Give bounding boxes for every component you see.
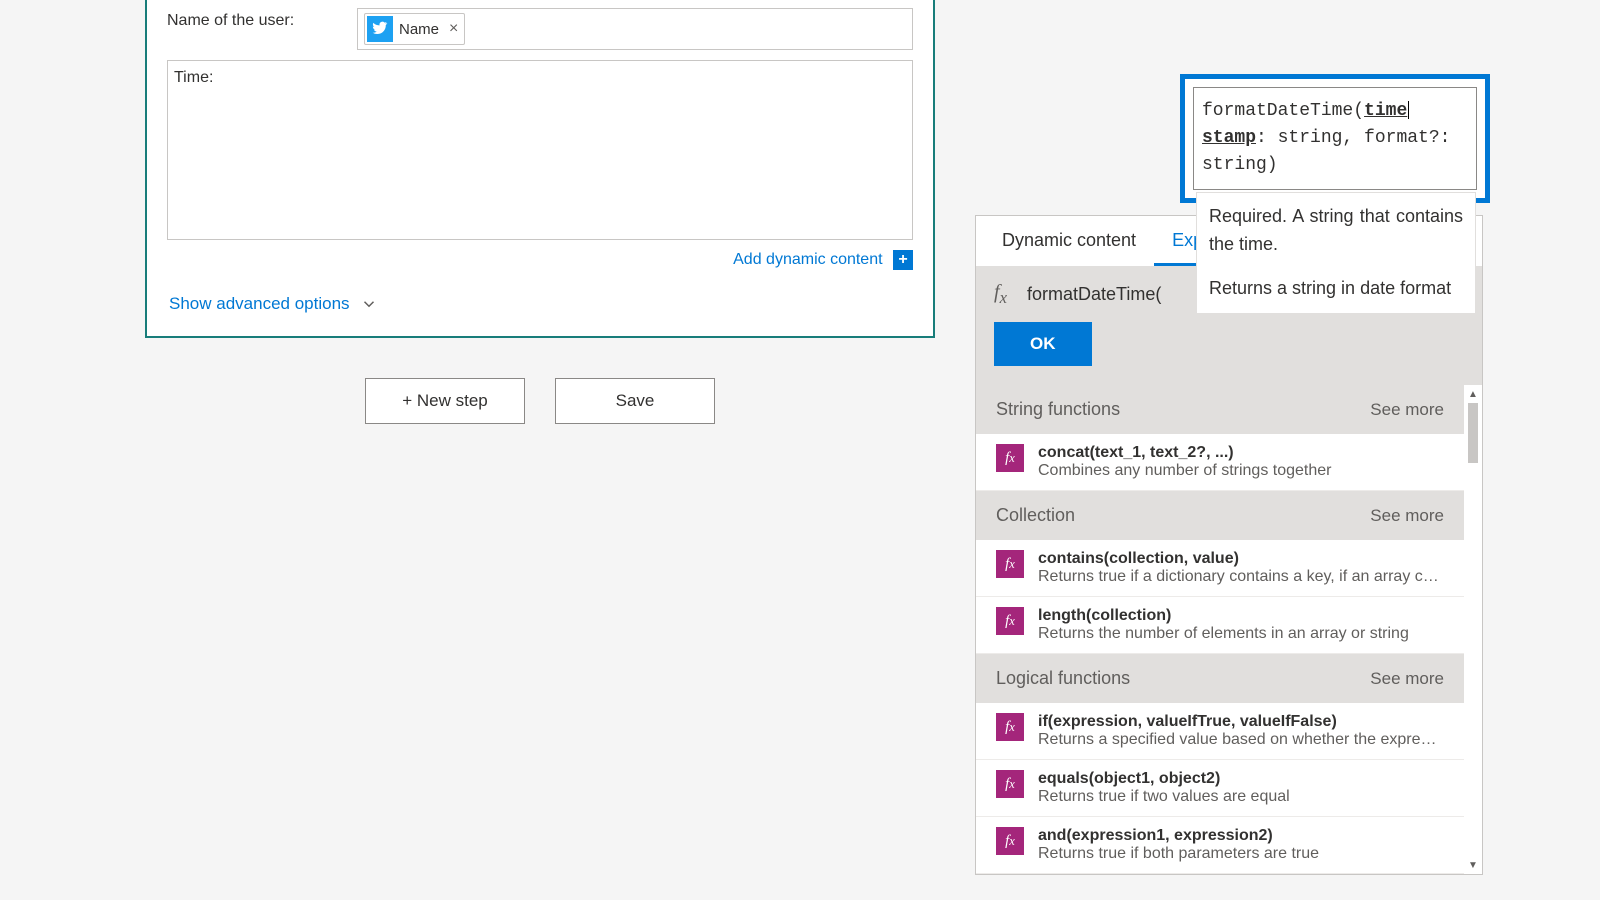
fn-category-title: Logical functions [996, 668, 1130, 689]
field-input-username[interactable]: Name × [357, 8, 913, 50]
field-label-username: Name of the user: [167, 8, 357, 30]
fx-icon: fx [994, 281, 1007, 308]
fn-description: Returns the number of elements in an arr… [1038, 625, 1444, 643]
arg-required-text: Required. A string that contains the tim… [1209, 203, 1463, 259]
fx-badge-icon: fx [996, 713, 1024, 741]
step-buttons: + New step Save [365, 378, 715, 424]
expression-panel: Dynamic content Expression fx formatDate… [975, 215, 1483, 875]
fn-category-header: Logical functions See more [976, 654, 1464, 703]
signature-text: formatDateTime(timestamp: string, format… [1193, 87, 1477, 190]
fn-signature: and(expression1, expression2) [1038, 827, 1444, 845]
signature-tooltip: formatDateTime(timestamp: string, format… [1180, 74, 1490, 203]
field-row-username: Name of the user: Name × [147, 4, 933, 50]
fx-badge-icon: fx [996, 827, 1024, 855]
ok-button[interactable]: OK [994, 322, 1092, 366]
fn-category-header: Collection See more [976, 491, 1464, 540]
fn-row[interactable]: fx and(expression1, expression2)Returns t… [976, 817, 1464, 874]
field-input-body[interactable]: Time: [167, 60, 913, 240]
fn-signature: equals(object1, object2) [1038, 770, 1444, 788]
scroll-up-arrow-icon[interactable]: ▲ [1466, 387, 1480, 401]
body-static-text: Time: [174, 69, 213, 87]
fn-row[interactable]: fx equals(object1, object2)Returns true i… [976, 760, 1464, 817]
twitter-icon [367, 16, 393, 42]
scrollbar[interactable]: ▲ ▼ [1466, 387, 1480, 872]
fx-badge-icon: fx [996, 444, 1024, 472]
field-row-body: Time: [147, 56, 933, 240]
see-more-link[interactable]: See more [1370, 506, 1444, 526]
signature-description: Required. A string that contains the tim… [1196, 192, 1476, 314]
action-card: Name of the user: Name × Time: Add dynam… [145, 0, 935, 338]
fn-signature: concat(text_1, text_2?, ...) [1038, 444, 1444, 462]
dynamic-token-name[interactable]: Name × [364, 13, 465, 45]
fx-badge-icon: fx [996, 550, 1024, 578]
function-list-scroll: String functions See more fx concat(text_1,… [976, 384, 1482, 874]
fn-description: Returns true if two values are equal [1038, 788, 1444, 806]
fx-badge-icon: fx [996, 770, 1024, 798]
fx-badge-icon: fx [996, 607, 1024, 635]
see-more-link[interactable]: See more [1370, 669, 1444, 689]
chevron-down-icon [360, 295, 378, 313]
fn-row[interactable]: fx contains(collection, value)Returns tru… [976, 540, 1464, 597]
tab-dynamic-content[interactable]: Dynamic content [984, 216, 1154, 266]
dynamic-token-name-label: Name [399, 21, 439, 38]
fn-signature: contains(collection, value) [1038, 550, 1444, 568]
fn-description: Combines any number of strings together [1038, 462, 1444, 480]
plus-icon: + [893, 250, 913, 270]
show-advanced-options-link[interactable]: Show advanced options [147, 284, 933, 336]
fn-signature: length(collection) [1038, 607, 1444, 625]
fn-signature: if(expression, valueIfTrue, valueIfFalse… [1038, 713, 1444, 731]
fn-category-header: String functions See more [976, 385, 1464, 434]
fn-row[interactable]: fx length(collection)Returns the number o… [976, 597, 1464, 654]
add-dynamic-content-link[interactable]: Add dynamic content + [147, 240, 933, 284]
fn-category-title: String functions [996, 399, 1120, 420]
fn-category-title: Collection [996, 505, 1075, 526]
fn-description: Returns true if both parameters are true [1038, 845, 1444, 863]
scroll-down-arrow-icon[interactable]: ▼ [1466, 858, 1480, 872]
fn-row[interactable]: fx if(expression, valueIfTrue, valueIfFal… [976, 703, 1464, 760]
fn-description: Returns a specified value based on wheth… [1038, 731, 1444, 749]
remove-token-icon[interactable]: × [449, 20, 458, 38]
save-button[interactable]: Save [555, 378, 715, 424]
fn-row[interactable]: fx concat(text_1, text_2?, ...)Combines a… [976, 434, 1464, 491]
see-more-link[interactable]: See more [1370, 400, 1444, 420]
fn-description: Returns true if a dictionary contains a … [1038, 568, 1444, 586]
new-step-button[interactable]: + New step [365, 378, 525, 424]
returns-text: Returns a string in date format [1209, 275, 1463, 303]
scroll-thumb[interactable] [1468, 403, 1478, 463]
